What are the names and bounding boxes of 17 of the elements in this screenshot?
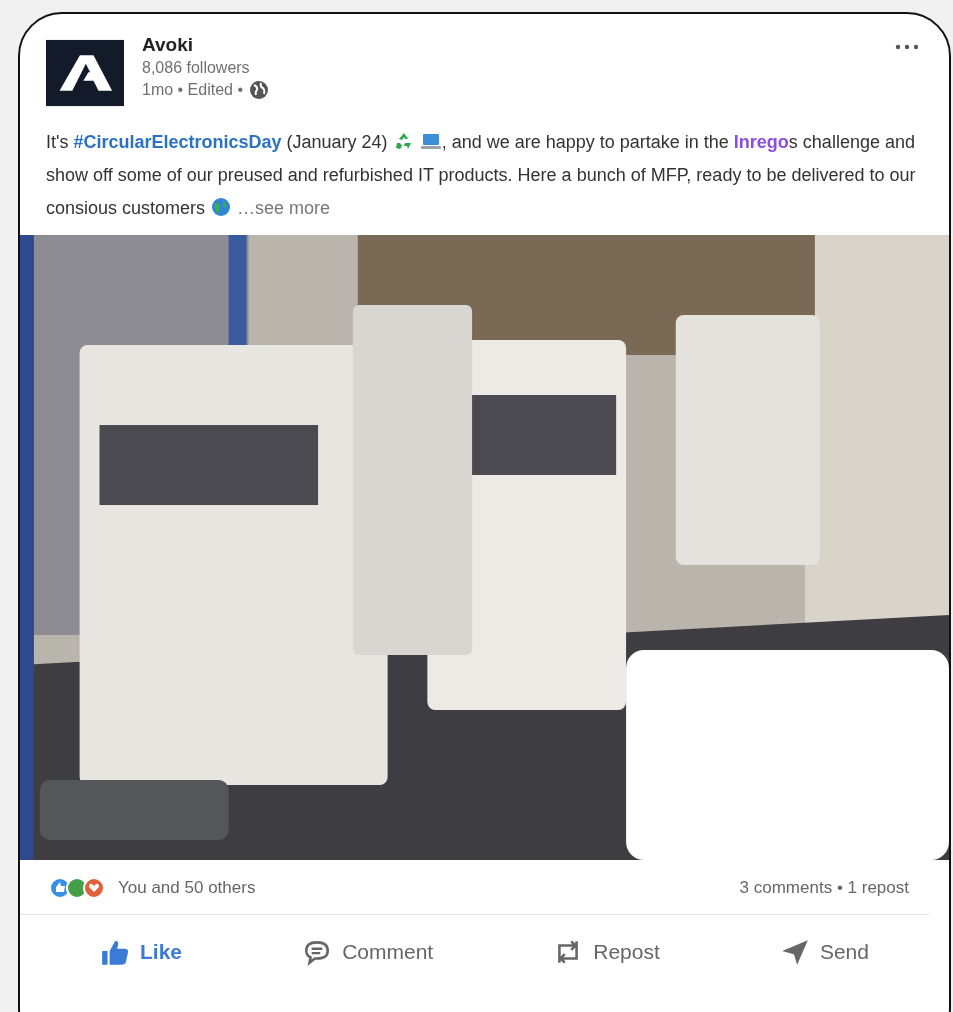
- post-meta: 1mo • Edited •: [142, 81, 244, 99]
- reaction-count[interactable]: You and 50 others: [118, 878, 256, 898]
- post-text: It's #CircularElectronicsDay (January 24) , and we are happy to partake in the Inregos challenge and show off some of our preused and refurbished IT products. Here a bunch of MFP, ready to be delivered to our consious customers …see more: [46, 130, 917, 220]
- action-button[interactable]: Repost: [541, 931, 672, 973]
- mention-link[interactable]: Inrego: [733, 132, 789, 152]
- action-button[interactable]: Comment: [290, 931, 446, 973]
- author-name[interactable]: Avoki: [142, 34, 873, 56]
- hashtag-link[interactable]: #CircularElectronicsDay: [73, 132, 282, 152]
- follower-count: 8,086 followers: [142, 59, 251, 77]
- action-button[interactable]: Like: [88, 931, 195, 973]
- see-more-link[interactable]: …see more: [237, 198, 331, 218]
- action-button[interactable]: Send: [767, 931, 881, 973]
- globe-icon: [249, 80, 270, 100]
- earth-icon: [210, 197, 233, 217]
- laptop-icon: [419, 131, 442, 151]
- more-icon: [895, 44, 919, 50]
- comment-repost-count[interactable]: 3 comments • 1 repost: [739, 878, 909, 898]
